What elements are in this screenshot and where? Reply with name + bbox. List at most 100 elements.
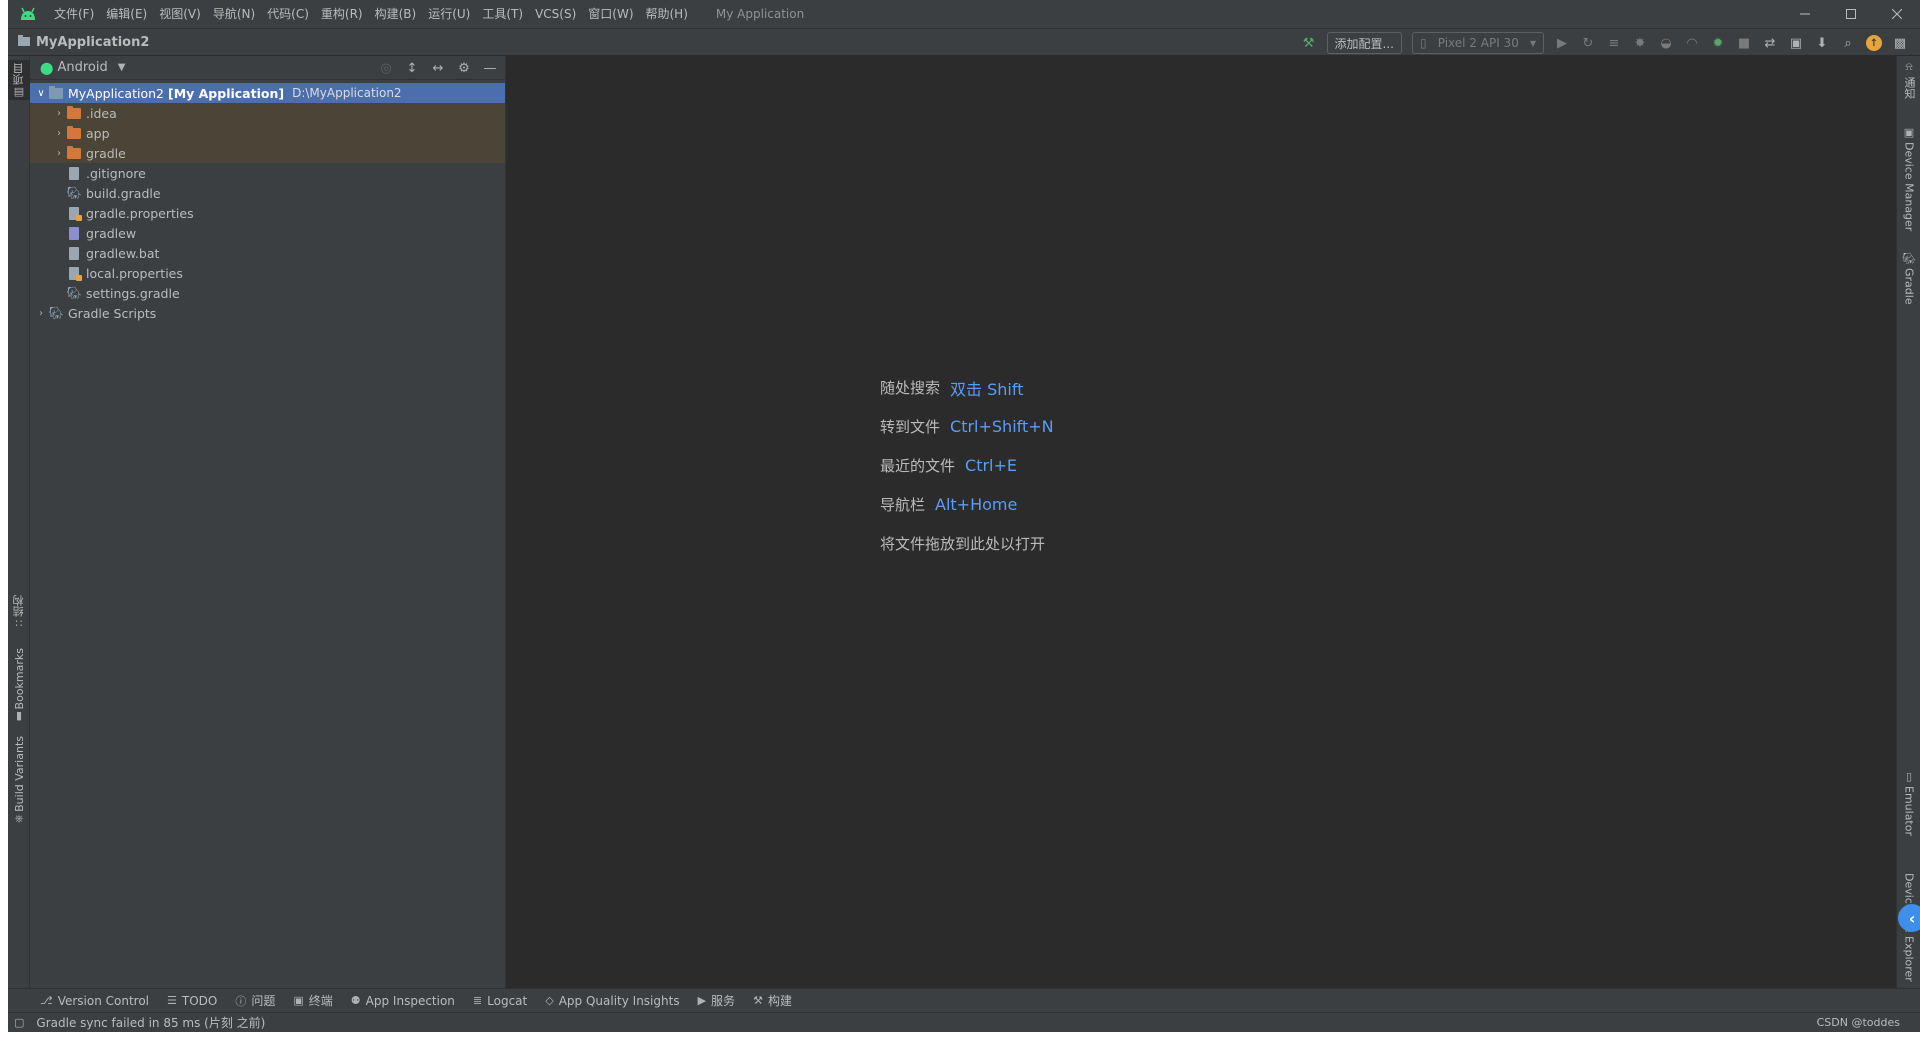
tab-services[interactable]: ▶ 服务	[698, 992, 735, 1009]
menu-view[interactable]: 视图(V)	[153, 0, 207, 28]
tab-bookmarks[interactable]: Bookmarks ▮	[8, 648, 30, 722]
toggle-tool-windows-icon[interactable]: ▢	[14, 1016, 24, 1029]
tree-item-settings-gradle[interactable]: 🐘︎ settings.gradle	[30, 283, 505, 303]
tree-item-gradle-scripts[interactable]: › 🐘︎ Gradle Scripts	[30, 303, 505, 323]
tree-item-label: .gitignore	[86, 165, 146, 181]
tab-problems[interactable]: ⓘ 问题	[235, 992, 275, 1009]
user-avatar-icon[interactable]: ▩	[1888, 31, 1912, 55]
tab-device-manager[interactable]: ▣ Device Manager	[1897, 126, 1920, 231]
hint-label: 转到文件	[880, 418, 941, 436]
menu-refactor[interactable]: 重构(R)	[315, 0, 369, 28]
menu-window[interactable]: 窗口(W)	[582, 0, 639, 28]
hint-go-to-file: 转到文件 Ctrl+Shift+N	[880, 407, 1055, 446]
chevron-right-icon: ›	[39, 307, 43, 319]
folder-icon	[66, 105, 82, 120]
inspection-icon: ⚉	[350, 994, 361, 1007]
tab-version-control[interactable]: ⎇ Version Control	[40, 994, 149, 1008]
android-icon: ⬤	[40, 60, 54, 75]
watermark-text: CSDN @toddes	[1816, 1016, 1900, 1029]
tab-build-variants-label: Build Variants	[12, 736, 26, 812]
close-button[interactable]	[1874, 0, 1920, 28]
add-configuration-button[interactable]: 添加配置...	[1326, 32, 1402, 54]
build-hammer-icon[interactable]: ⚒	[1297, 31, 1321, 55]
sync-gradle-icon[interactable]: ⇄	[1758, 31, 1782, 55]
tree-item-gradle-properties[interactable]: gradle.properties	[30, 203, 505, 223]
hide-panel-icon[interactable]: —	[479, 57, 501, 79]
tree-item-idea[interactable]: › .idea	[30, 103, 505, 123]
maximize-button[interactable]	[1828, 0, 1874, 28]
device-selector[interactable]: ▯ Pixel 2 API 30 ▾	[1412, 32, 1544, 54]
root-module-label: [My Application]	[167, 85, 285, 101]
side-collapse-button[interactable]: ‹	[1898, 904, 1920, 932]
select-opened-file-icon[interactable]: ◎	[375, 57, 397, 79]
collapse-all-icon[interactable]: ↔	[427, 57, 449, 79]
tree-item-gradlew[interactable]: gradlew	[30, 223, 505, 243]
main-toolbar: ⚒ 添加配置... ▯ Pixel 2 API 30 ▾ ▶ ↻ ≡ ✸ ◒ ◠…	[1297, 29, 1912, 57]
chevron-down-icon: ▾	[1529, 36, 1536, 50]
tab-app-inspection[interactable]: ⚉ App Inspection	[351, 994, 455, 1008]
tree-item-gradle[interactable]: › gradle	[30, 143, 505, 163]
tree-item-app[interactable]: › app	[30, 123, 505, 143]
menu-run[interactable]: 运行(U)	[422, 0, 476, 28]
tab-bookmarks-label: Bookmarks	[12, 647, 26, 710]
breadcrumb-project[interactable]: MyApplication2	[8, 34, 149, 50]
project-view-label: Android	[57, 60, 108, 75]
tab-terminal[interactable]: ▣ 终端	[293, 992, 332, 1009]
menu-vcs[interactable]: VCS(S)	[529, 0, 582, 28]
project-panel-header: ⬤ Android ▼ ◎ ↕ ↔ ⚙ —	[30, 56, 505, 80]
apply-code-changes-icon[interactable]: ≡	[1602, 31, 1626, 55]
diamond-icon: ◇	[545, 994, 554, 1007]
tree-item-gitignore[interactable]: .gitignore	[30, 163, 505, 183]
phone-icon: ▯	[1420, 36, 1427, 50]
hint-label: 导航栏	[880, 496, 926, 514]
tab-logcat[interactable]: ≣ Logcat	[473, 994, 527, 1008]
tab-gradle[interactable]: 🐘︎ Gradle	[1897, 252, 1920, 305]
stop-icon[interactable]: ■	[1732, 31, 1756, 55]
tree-item-local-properties[interactable]: local.properties	[30, 263, 505, 283]
hint-navigation-bar: 导航栏 Alt+Home	[880, 485, 1055, 524]
search-icon[interactable]: ⌕	[1836, 31, 1860, 55]
folder-icon	[66, 125, 82, 140]
menu-edit[interactable]: 编辑(E)	[100, 0, 153, 28]
expand-all-icon[interactable]: ↕	[401, 57, 423, 79]
menu-navigate[interactable]: 导航(N)	[207, 0, 261, 28]
coverage-icon[interactable]: ◠	[1680, 31, 1704, 55]
tab-emulator-label: Emulator	[1902, 786, 1916, 836]
tab-structure[interactable]: 结构 ∷	[8, 592, 30, 632]
tree-item-build-gradle[interactable]: 🐘︎ build.gradle	[30, 183, 505, 203]
project-folder-icon	[18, 34, 30, 50]
hint-label: 最近的文件	[880, 457, 956, 475]
apply-changes-icon[interactable]: ↻	[1576, 31, 1600, 55]
menu-file[interactable]: 文件(F)	[48, 0, 100, 28]
attach-debugger-icon[interactable]: ✹	[1706, 31, 1730, 55]
menu-code[interactable]: 代码(C)	[261, 0, 315, 28]
sdk-manager-icon[interactable]: ⬇	[1810, 31, 1834, 55]
project-view-selector[interactable]: ⬤ Android ▼	[40, 60, 125, 75]
editor-area[interactable]: 随处搜索 双击 Shift 转到文件 Ctrl+Shift+N 最近的文件 Ct…	[506, 56, 1896, 988]
tree-item-gradlew-bat[interactable]: gradlew.bat	[30, 243, 505, 263]
terminal-icon: ▣	[293, 994, 304, 1007]
debug-icon[interactable]: ✸	[1628, 31, 1652, 55]
tab-app-quality-insights[interactable]: ◇ App Quality Insights	[545, 994, 679, 1008]
profile-icon[interactable]: ◒	[1654, 31, 1678, 55]
gear-icon[interactable]: ⚙	[453, 57, 475, 79]
tab-build-variants[interactable]: Build Variants ⎈	[8, 732, 30, 830]
status-message[interactable]: Gradle sync failed in 85 ms (片刻 之前)	[36, 1014, 265, 1031]
menu-build[interactable]: 构建(B)	[369, 0, 423, 28]
gradle-elephant-icon: 🐘︎	[48, 306, 64, 320]
tab-emulator[interactable]: ▯ Emulator	[1897, 770, 1920, 836]
close-icon	[1892, 9, 1902, 19]
menu-help[interactable]: 帮助(H)	[640, 0, 694, 28]
run-icon[interactable]: ▶	[1550, 31, 1574, 55]
android-studio-window: 文件(F) 编辑(E) 视图(V) 导航(N) 代码(C) 重构(R) 构建(B…	[8, 0, 1920, 1032]
updates-button[interactable]: ↑	[1862, 31, 1886, 55]
tab-notifications[interactable]: ⍾ 通知	[1897, 60, 1920, 99]
tab-project[interactable]: 项目 ▤	[8, 60, 30, 100]
menu-tools[interactable]: 工具(T)	[476, 0, 529, 28]
minimize-button[interactable]	[1782, 0, 1828, 28]
device-manager-icon[interactable]: ▣	[1784, 31, 1808, 55]
tab-todo[interactable]: ☰ TODO	[167, 994, 217, 1008]
tree-item-root[interactable]: ∨ MyApplication2 [My Application] D:\MyA…	[30, 83, 505, 103]
hammer-icon: ⚒	[753, 994, 763, 1007]
tab-build[interactable]: ⚒ 构建	[753, 992, 792, 1009]
